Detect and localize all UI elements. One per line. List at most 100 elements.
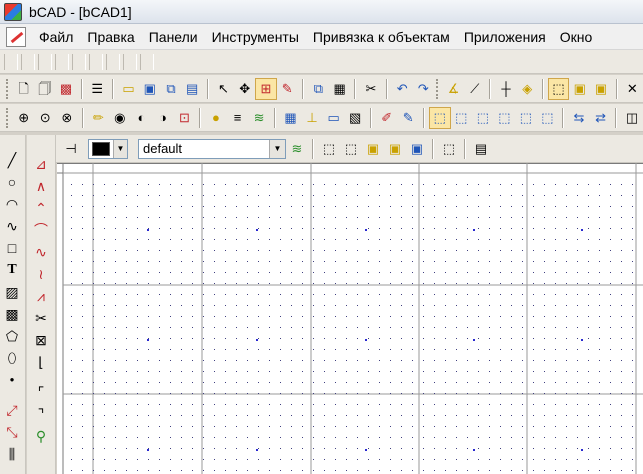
cube-wire-icon[interactable]: ⬚ <box>318 138 340 160</box>
eye2-icon[interactable]: ◑ <box>152 107 174 129</box>
copy-doc-icon[interactable]: 🗍 <box>34 78 55 100</box>
frame-icon[interactable]: ⊠ <box>27 329 55 351</box>
spline-tool-icon[interactable]: ∿ <box>0 215 24 237</box>
angle-icon[interactable]: ∡ <box>443 78 464 100</box>
arc-tool-icon[interactable]: ◠ <box>0 193 24 215</box>
zigzag2-icon[interactable]: ⩘ <box>27 285 55 307</box>
document-icon[interactable] <box>6 26 26 47</box>
cross-icon[interactable]: ✕ <box>622 78 643 100</box>
crosshair-icon[interactable]: ┼ <box>495 78 516 100</box>
new-doc-icon[interactable]: 🗋 <box>13 78 34 100</box>
eraser-icon[interactable]: ✎ <box>277 78 298 100</box>
ruler-icon[interactable]: ▭ <box>323 107 345 129</box>
palette-icon[interactable]: ● <box>205 107 227 129</box>
menu-file[interactable]: Файл <box>32 26 80 48</box>
view-iso2-icon[interactable]: ⬚ <box>515 107 537 129</box>
view-swap1-icon[interactable]: ⇆ <box>568 107 590 129</box>
fill-tool-icon[interactable]: ▩ <box>0 303 24 325</box>
menu-window[interactable]: Окно <box>553 26 600 48</box>
node-select-icon[interactable]: ⊞ <box>255 77 277 100</box>
layers-icon[interactable]: ≋ <box>248 107 270 129</box>
view-left-icon[interactable]: ⬚ <box>472 107 494 129</box>
zoom-window-icon[interactable]: ⊙ <box>34 107 56 129</box>
view-iso1-icon[interactable]: ⬚ <box>494 107 516 129</box>
zigzag-icon[interactable]: ≀ <box>27 263 55 285</box>
move-tool-icon[interactable]: ⤢ <box>0 399 24 421</box>
chevron-down-icon[interactable]: ▼ <box>113 139 127 158</box>
curve-icon[interactable]: ⌒ <box>27 219 55 241</box>
panel-icon[interactable]: ◫ <box>621 107 643 129</box>
cube-solid-icon[interactable]: ▣ <box>384 138 406 160</box>
toolbar-grip[interactable] <box>6 78 10 99</box>
box3d-3-icon[interactable]: ▣ <box>590 78 611 100</box>
cube-shaded-icon[interactable]: ▣ <box>362 138 384 160</box>
copy-tool-icon[interactable]: ⤡ <box>0 421 24 443</box>
save-all-icon[interactable]: ▤ <box>182 78 203 100</box>
box3d-1-icon[interactable]: ⬚ <box>547 77 570 100</box>
menu-tools[interactable]: Инструменты <box>205 26 306 48</box>
view-swap2-icon[interactable]: ⇄ <box>590 107 612 129</box>
view-top-icon[interactable]: ⬚ <box>451 107 473 129</box>
screen-icon[interactable]: ▤ <box>470 138 492 160</box>
brush-icon[interactable]: ✎ <box>397 107 419 129</box>
broken-line-icon[interactable]: ⌃ <box>27 197 55 219</box>
pencil-icon[interactable]: ✏ <box>88 107 110 129</box>
box3d-2-icon[interactable]: ▣ <box>569 78 590 100</box>
brush-tool-icon[interactable]: ⚲ <box>27 425 55 447</box>
hatch-tool-icon[interactable]: ▨ <box>0 281 24 303</box>
view-front-icon[interactable]: ⬚ <box>428 106 451 129</box>
zoom-out-icon[interactable]: ⊗ <box>56 107 78 129</box>
image-icon[interactable]: ▩ <box>55 78 76 100</box>
select-arrow-icon[interactable]: ↖ <box>213 78 234 100</box>
menu-panels[interactable]: Панели <box>142 26 205 48</box>
menu-edit[interactable]: Правка <box>80 26 141 48</box>
point-tool-icon[interactable]: ● <box>0 369 24 391</box>
pick-icon[interactable]: ✥ <box>234 78 255 100</box>
camera-icon[interactable]: ◐ <box>131 107 153 129</box>
fillet-icon[interactable]: ⌜ <box>27 381 55 403</box>
paint-icon[interactable]: ✐ <box>376 107 398 129</box>
circle-tool-icon[interactable]: ○ <box>0 171 24 193</box>
drawing-canvas[interactable] <box>57 163 643 474</box>
cube-hidden-icon[interactable]: ⬚ <box>340 138 362 160</box>
redo-icon[interactable]: ↷ <box>413 78 434 100</box>
save-as-icon[interactable]: ⧉ <box>160 78 181 100</box>
undo-icon[interactable]: ↶ <box>392 78 413 100</box>
cube-outline-icon[interactable]: ⬚ <box>438 138 460 160</box>
chevron-down-icon[interactable]: ▼ <box>269 139 285 158</box>
ellipse-tool-icon[interactable]: ⬯ <box>0 347 24 369</box>
layers-icon[interactable]: ≋ <box>286 138 308 160</box>
angle-line-icon[interactable]: ∧ <box>27 175 55 197</box>
target-icon[interactable]: ⊡ <box>174 107 196 129</box>
lines-icon[interactable]: ≡ <box>227 107 249 129</box>
layer-select[interactable]: default ▼ <box>138 138 286 159</box>
wave-icon[interactable]: ∿ <box>27 241 55 263</box>
color-select[interactable]: ▼ <box>88 138 128 159</box>
save-icon[interactable]: ▣ <box>139 78 160 100</box>
copy-icon[interactable]: ⧉ <box>308 78 329 100</box>
scissors-icon[interactable]: ✂ <box>27 307 55 329</box>
fillet-r-icon[interactable]: ⌝ <box>27 403 55 425</box>
cut-icon[interactable]: ✂ <box>360 78 381 100</box>
pin-icon[interactable]: ⊣ <box>60 138 82 160</box>
toolbar-grip[interactable] <box>6 107 10 128</box>
polygon-tool-icon[interactable]: ⬠ <box>0 325 24 347</box>
pen-icon[interactable]: ⟋ <box>464 78 485 100</box>
zoom-in-icon[interactable]: ⊕ <box>13 107 35 129</box>
dims-icon[interactable]: ⊥ <box>301 107 323 129</box>
polyline-icon[interactable]: ⊿ <box>27 153 55 175</box>
toolbar-grip[interactable] <box>436 78 440 99</box>
cube-render-icon[interactable]: ▣ <box>406 138 428 160</box>
text-tool-icon[interactable]: T <box>0 259 24 281</box>
eye-icon[interactable]: ◉ <box>109 107 131 129</box>
rect-tool-icon[interactable]: □ <box>0 237 24 259</box>
view-iso3-icon[interactable]: ⬚ <box>537 107 559 129</box>
snap-icon[interactable]: ◈ <box>517 78 538 100</box>
list-icon[interactable]: ☰ <box>87 78 108 100</box>
corner-icon[interactable]: ⌊ <box>27 351 55 373</box>
open-folder-icon[interactable]: ▭ <box>118 78 139 100</box>
line-tool-icon[interactable]: ╱ <box>0 149 24 171</box>
paste-icon[interactable]: ▦ <box>329 78 350 100</box>
picture-icon[interactable]: ▧ <box>344 107 366 129</box>
menu-snap[interactable]: Привязка к объектам <box>306 26 457 48</box>
